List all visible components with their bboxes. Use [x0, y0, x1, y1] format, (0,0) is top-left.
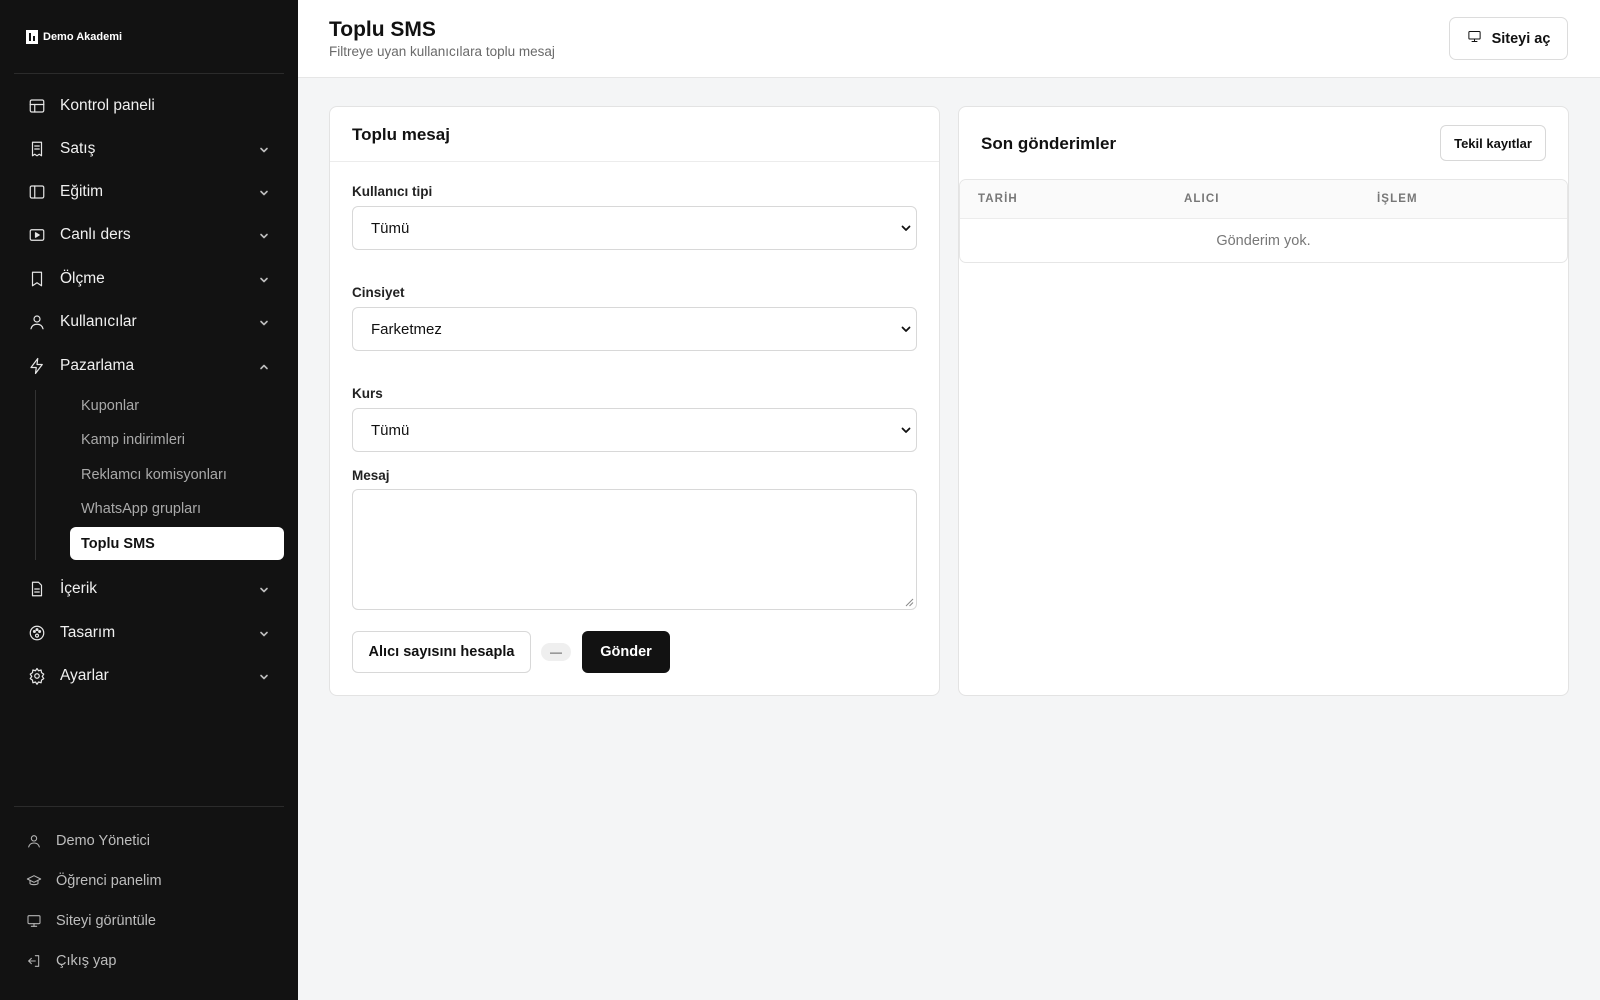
sidebar-subitem-kuponlar[interactable]: Kuponlar	[70, 389, 284, 422]
page-subtitle: Filtreye uyan kullanıcılara toplu mesaj	[329, 44, 555, 59]
sidebar-subitem-whatsapp-gruplari[interactable]: WhatsApp grupları	[70, 492, 284, 525]
chevron-down-icon	[258, 273, 270, 285]
sidebar-divider	[14, 73, 284, 74]
brand-logo-icon	[26, 30, 38, 44]
table-header: TARİH ALICI İŞLEM	[960, 180, 1567, 219]
sidebar-item-kullanicilar[interactable]: Kullanıcılar	[14, 302, 284, 342]
user-type-value: Tümü	[371, 219, 410, 237]
message-label: Mesaj	[352, 468, 390, 483]
sidebar-item-label: Ayarlar	[60, 667, 109, 684]
card-divider	[330, 161, 939, 162]
user-icon	[26, 833, 42, 849]
sidebar-footer-ogrenci-panelim[interactable]: Öğrenci panelim	[26, 869, 162, 893]
brand[interactable]: Demo Akademi	[26, 30, 122, 44]
sidebar-item-icerik[interactable]: İçerik	[14, 569, 284, 609]
sidebar-panel-icon	[28, 183, 46, 201]
footer-item-label: Öğrenci panelim	[56, 873, 162, 889]
empty-state-text: Gönderim yok.	[1216, 233, 1311, 249]
sidebar-item-label: Pazarlama	[60, 357, 135, 374]
video-icon	[28, 226, 46, 244]
footer-item-label: Çıkış yap	[56, 953, 117, 969]
chevron-down-icon	[258, 583, 270, 595]
sidebar-footer-siteyi-goruntule[interactable]: Siteyi görüntüle	[26, 909, 156, 933]
layout-icon	[28, 97, 46, 115]
chevron-down-icon	[899, 423, 913, 437]
user-icon	[28, 313, 46, 331]
gender-value: Farketmez	[371, 320, 442, 338]
submenu-guide-line	[35, 390, 36, 560]
sidebar-subitem-reklamci-komisyonlari[interactable]: Reklamcı komisyonları	[70, 458, 284, 491]
chevron-down-icon	[258, 670, 270, 682]
bulk-message-card: Toplu mesaj Kullanıcı tipi Tümü Cinsiyet…	[329, 106, 940, 696]
resize-grip-icon[interactable]	[905, 598, 914, 607]
page-title: Toplu SMS	[329, 18, 436, 41]
course-label: Kurs	[352, 386, 383, 401]
send-button[interactable]: Gönder	[582, 631, 670, 673]
calculate-recipients-button[interactable]: Alıcı sayısını hesapla	[352, 631, 531, 673]
sidebar-item-label: Satış	[60, 140, 96, 157]
sidebar-item-pazarlama[interactable]: Pazarlama	[14, 346, 284, 386]
sidebar-item-label: İçerik	[60, 580, 98, 597]
sidebar-item-satis[interactable]: Satış	[14, 129, 284, 169]
course-select[interactable]: Tümü	[352, 408, 917, 452]
page-header: Toplu SMS Filtreye uyan kullanıcılara to…	[298, 0, 1600, 78]
sidebar-subitem-kamp-indirimleri[interactable]: Kamp indirimleri	[70, 423, 284, 456]
column-header-action: İŞLEM	[1377, 193, 1418, 205]
footer-item-label: Demo Yönetici	[56, 833, 151, 849]
sidebar-item-ayarlar[interactable]: Ayarlar	[14, 656, 284, 696]
recent-sends-card: Son gönderimler Tekil kayıtlar TARİH ALI…	[958, 106, 1569, 696]
chevron-down-icon	[258, 316, 270, 328]
sidebar: Demo Akademi Kontrol paneli Satış Eğitim…	[0, 0, 298, 1000]
open-site-label: Siteyi aç	[1491, 30, 1551, 47]
monitor-icon	[1467, 29, 1482, 48]
user-type-label: Kullanıcı tipi	[352, 184, 433, 199]
sidebar-item-olcme[interactable]: Ölçme	[14, 259, 284, 299]
sidebar-footer-demo-yonetici[interactable]: Demo Yönetici	[26, 829, 150, 853]
sidebar-item-egitim[interactable]: Eğitim	[14, 172, 284, 212]
gear-icon	[28, 667, 46, 685]
bookmark-icon	[28, 270, 46, 288]
chevron-down-icon	[258, 186, 270, 198]
recipient-count-badge: —	[541, 643, 571, 661]
monitor-icon	[26, 913, 42, 929]
sidebar-item-label: Kullanıcılar	[60, 313, 137, 330]
gender-select[interactable]: Farketmez	[352, 307, 917, 351]
receipt-icon	[28, 140, 46, 158]
graduation-cap-icon	[26, 873, 42, 889]
file-icon	[28, 580, 46, 598]
message-textarea[interactable]	[352, 489, 917, 610]
chevron-down-icon	[899, 221, 913, 235]
sidebar-item-label: Ölçme	[60, 270, 105, 287]
user-type-select[interactable]: Tümü	[352, 206, 917, 250]
column-header-recipient: ALICI	[1184, 193, 1220, 205]
chevron-down-icon	[258, 627, 270, 639]
brand-name: Demo Akademi	[43, 31, 123, 43]
recent-sends-table: TARİH ALICI İŞLEM Gönderim yok.	[959, 179, 1568, 263]
chevron-down-icon	[258, 229, 270, 241]
chevron-down-icon	[899, 322, 913, 336]
sidebar-footer-cikis-yap[interactable]: Çıkış yap	[26, 949, 116, 973]
sidebar-item-label: Eğitim	[60, 183, 104, 200]
sidebar-item-label: Tasarım	[60, 624, 116, 641]
course-value: Tümü	[371, 421, 410, 439]
sidebar-item-label: Kontrol paneli	[60, 97, 155, 114]
chevron-down-icon	[258, 143, 270, 155]
logout-icon	[26, 953, 42, 969]
unique-records-button[interactable]: Tekil kayıtlar	[1440, 125, 1546, 161]
column-header-date: TARİH	[978, 193, 1018, 205]
chevron-up-icon	[258, 360, 270, 372]
footer-item-label: Siteyi görüntüle	[56, 913, 156, 929]
lightning-icon	[28, 357, 46, 375]
gender-label: Cinsiyet	[352, 285, 405, 300]
sidebar-subitem-toplu-sms[interactable]: Toplu SMS	[70, 527, 284, 560]
sidebar-divider	[14, 806, 284, 807]
card-title: Toplu mesaj	[352, 125, 450, 144]
sidebar-item-kontrol-paneli[interactable]: Kontrol paneli	[14, 86, 284, 126]
card-title: Son gönderimler	[981, 134, 1117, 153]
sidebar-item-canli-ders[interactable]: Canlı ders	[14, 215, 284, 255]
open-site-button[interactable]: Siteyi aç	[1449, 17, 1568, 60]
palette-icon	[28, 624, 46, 642]
sidebar-item-tasarim[interactable]: Tasarım	[14, 613, 284, 653]
sidebar-item-label: Canlı ders	[60, 226, 131, 243]
